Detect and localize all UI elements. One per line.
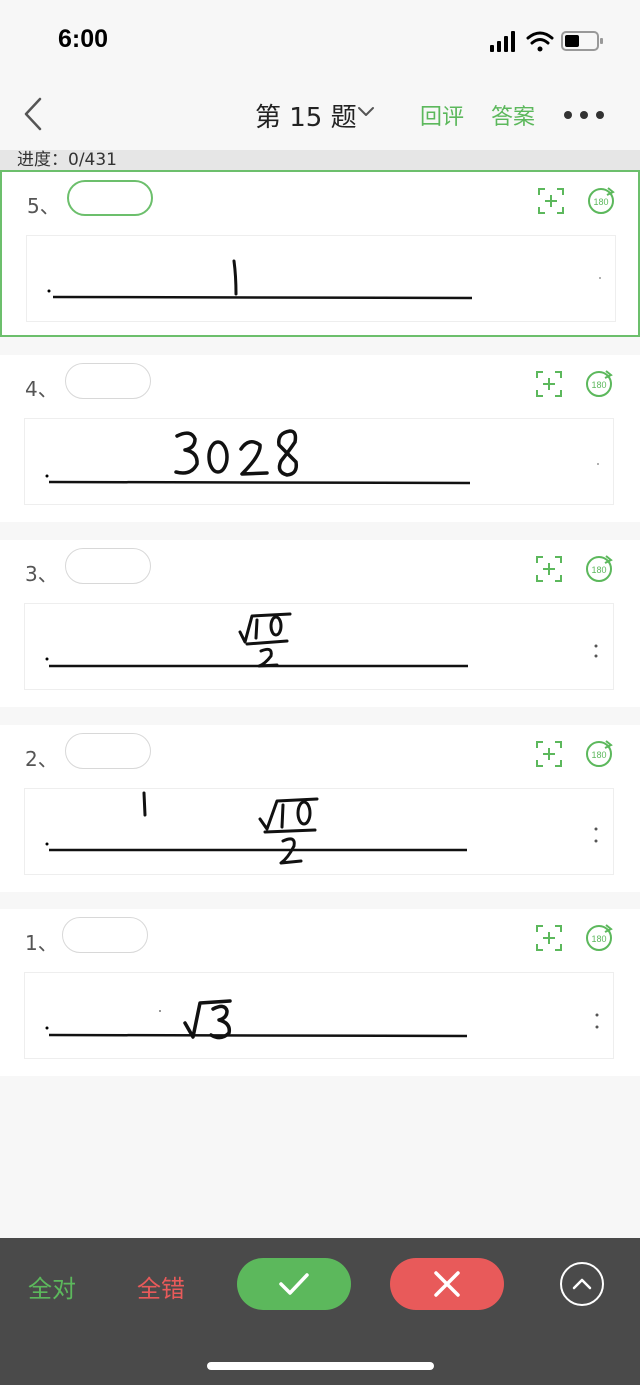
signal-icon — [490, 31, 515, 52]
svg-text:180: 180 — [593, 197, 608, 207]
status-icons — [490, 31, 603, 52]
zoom-plus-icon[interactable] — [535, 740, 563, 768]
home-indicator — [207, 1362, 434, 1370]
score-input[interactable] — [62, 917, 148, 953]
score-input[interactable] — [65, 733, 151, 769]
answer-link[interactable]: 答案 — [491, 99, 535, 131]
check-icon — [279, 1273, 309, 1295]
card-number: 2、 — [25, 747, 58, 771]
cross-icon — [434, 1271, 460, 1297]
rotate-180-icon[interactable]: 180 — [584, 554, 614, 584]
more-dots-icon[interactable] — [562, 108, 606, 122]
review-link[interactable]: 回评 — [420, 99, 464, 131]
progress-bar: 进度：0/431 — [0, 150, 640, 170]
answer-image — [24, 418, 614, 505]
handwriting-answer — [45, 612, 598, 668]
status-time: 6:00 — [58, 25, 109, 53]
card-number: 1、 — [25, 931, 58, 955]
card-number: 4、 — [25, 377, 58, 401]
answer-image — [24, 788, 614, 875]
score-input[interactable] — [65, 363, 151, 399]
mark-all-right-button[interactable]: 全对 — [28, 1269, 76, 1304]
wifi-icon — [526, 31, 554, 52]
chevron-left-icon[interactable] — [20, 96, 50, 132]
answer-card[interactable]: 5、 180 — [0, 170, 640, 337]
svg-text:180: 180 — [591, 934, 606, 944]
card-number: 5、 — [27, 194, 60, 218]
rotate-180-icon[interactable]: 180 — [586, 186, 616, 216]
answer-card[interactable]: 4、 180 — [0, 355, 640, 522]
card-number: 3、 — [25, 562, 58, 586]
handwriting-answer — [47, 259, 601, 300]
mark-wrong-button[interactable] — [390, 1258, 504, 1310]
zoom-plus-icon[interactable] — [535, 555, 563, 583]
rotate-180-icon[interactable]: 180 — [584, 369, 614, 399]
score-input[interactable] — [65, 548, 151, 584]
zoom-plus-icon[interactable] — [535, 370, 563, 398]
answer-image — [24, 603, 614, 690]
zoom-plus-icon[interactable] — [537, 187, 565, 215]
battery-icon — [561, 31, 603, 51]
status-bar: 6:00 — [0, 0, 640, 80]
svg-text:180: 180 — [591, 380, 606, 390]
mark-right-button[interactable] — [237, 1258, 351, 1310]
bottom-action-bar: 全对 全错 — [0, 1238, 640, 1385]
handwriting-answer — [45, 791, 598, 865]
nav-bar: 第 15 题 回评 答案 — [0, 80, 640, 150]
zoom-plus-icon[interactable] — [535, 924, 563, 952]
handwriting-answer — [45, 999, 599, 1040]
handwriting-answer — [45, 429, 599, 485]
score-input[interactable] — [67, 180, 153, 216]
answer-card[interactable]: 1、 180 — [0, 909, 640, 1076]
svg-text:180: 180 — [591, 750, 606, 760]
rotate-180-icon[interactable]: 180 — [584, 739, 614, 769]
answer-card[interactable]: 3、 180 — [0, 540, 640, 707]
svg-text:180: 180 — [591, 565, 606, 575]
answer-card[interactable]: 2、 180 — [0, 725, 640, 892]
chevron-up-icon — [572, 1278, 592, 1290]
chevron-down-icon[interactable] — [356, 102, 376, 122]
answer-image — [24, 972, 614, 1059]
collapse-button[interactable] — [560, 1262, 604, 1306]
progress-label: 进度：0/431 — [17, 150, 117, 170]
rotate-180-icon[interactable]: 180 — [584, 923, 614, 953]
mark-all-wrong-button[interactable]: 全错 — [137, 1269, 185, 1304]
question-title[interactable]: 第 15 题 — [255, 97, 357, 134]
answer-image — [26, 235, 616, 322]
